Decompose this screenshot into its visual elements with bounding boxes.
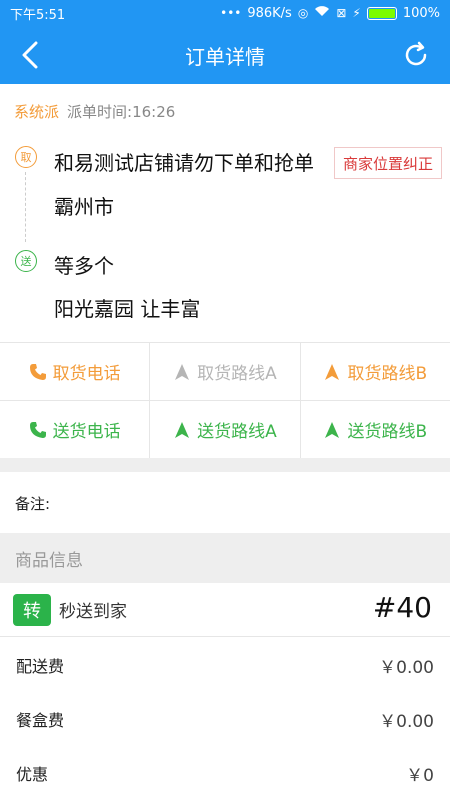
order-number: #40 [372,591,432,624]
fee-value: ￥0.00 [379,711,434,732]
pickup-pin-icon: 取 [15,146,37,168]
navigation-arrow-icon [323,363,341,381]
route-dashed-line [25,172,26,242]
dispatch-time: 派单时间:16:26 [67,103,176,121]
goods-item: 转 秒送到家 #40 [0,583,450,637]
pickup-route-b-label: 取货路线B [347,364,428,384]
delivery-route-b-button[interactable]: 送货路线B [301,401,450,458]
section-divider [0,458,450,472]
goods-section-header: 商品信息 [0,533,450,583]
back-arrow-icon [22,41,38,69]
dispatch-type: 系统派 [14,103,60,121]
dropoff-address: 阳光嘉园 让丰富 [54,297,201,321]
more-dots-icon: ••• [220,6,242,20]
navigation-arrow-icon [173,421,191,439]
fee-label: 餐盒费 [16,711,65,730]
delivery-route-b-label: 送货路线B [347,422,428,442]
page-title: 订单详情 [185,44,265,69]
charging-icon: ⚡ [352,6,361,20]
pickup-store-name: 和易测试店铺请勿下单和抢单 [54,151,314,175]
transfer-badge: 转 [13,593,51,626]
fee-value: ￥0.00 [379,657,434,678]
pickup-route-a-button[interactable]: 取货路线A [150,343,301,400]
hotspot-icon: ◎ [297,6,309,20]
app-header: 订单详情 [0,26,450,84]
delivery-phone-label: 送货电话 [52,422,121,442]
fee-row-delivery: 配送费 ￥0.00 [0,638,450,692]
back-button[interactable] [10,35,50,75]
fee-row-box: 餐盒费 ￥0.00 [0,692,450,746]
dropoff-name: 等多个 [54,254,114,278]
delivery-route-a-button[interactable]: 送货路线A [150,401,301,458]
dispatch-info: 系统派 派单时间:16:26 [14,101,175,122]
pickup-route-b-button[interactable]: 取货路线B [301,343,450,400]
fee-value: ￥0 [406,765,434,786]
network-speed: 986K/s [247,5,292,21]
remark-label: 备注: [15,495,51,513]
phone-icon [29,421,47,439]
goods-section-title: 商品信息 [15,550,83,571]
navigation-arrow-icon [173,363,191,381]
pickup-city: 霸州市 [54,195,114,219]
action-grid: 取货电话 取货路线A 取货路线B 送货电话 送货路线A 送货路线B [0,342,450,459]
status-time: 下午5:51 [10,7,66,23]
refresh-button[interactable] [396,35,436,75]
battery-icon [366,6,397,20]
dropoff-pin-icon: 送 [15,250,37,272]
fee-label: 配送费 [16,657,65,676]
phone-icon [29,363,47,381]
wifi-icon [314,5,330,21]
goods-name: 秒送到家 [59,602,127,622]
refresh-icon [405,41,427,66]
navigation-arrow-icon [323,421,341,439]
delivery-route-a-label: 送货路线A [197,422,277,442]
fee-row-discount: 优惠 ￥0 [0,746,450,800]
fee-label: 优惠 [16,765,49,784]
pickup-route-a-label: 取货路线A [197,364,277,384]
pickup-phone-button[interactable]: 取货电话 [0,343,151,400]
battery-percent: 100% [402,5,440,21]
merchant-location-correct-button[interactable]: 商家位置纠正 [334,147,442,179]
delivery-phone-button[interactable]: 送货电话 [0,401,151,458]
status-bar: 下午5:51 ••• 986K/s ◎ ⊠ ⚡ 100% [0,0,450,26]
pickup-phone-label: 取货电话 [52,364,121,384]
sim-icon: ⊠ [336,6,347,20]
